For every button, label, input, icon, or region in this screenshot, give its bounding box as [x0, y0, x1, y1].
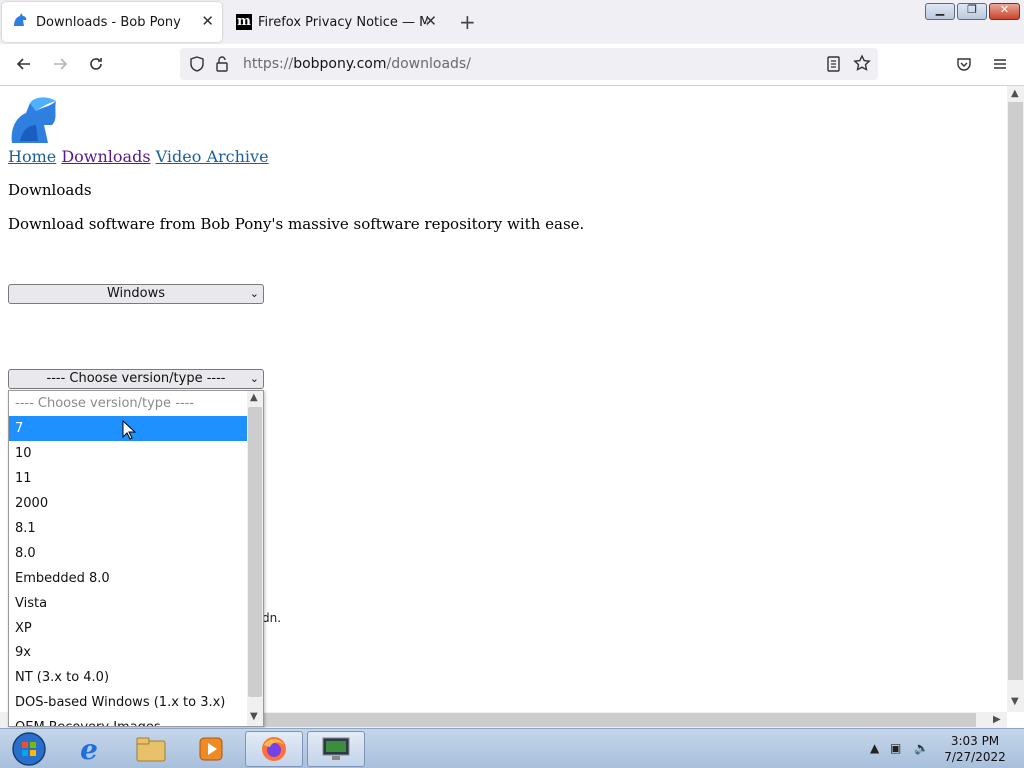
- os-select-value: Windows: [106, 286, 166, 301]
- dropdown-option[interactable]: 8.1: [9, 516, 247, 541]
- navigation-toolbar: https://bobpony.com/downloads/: [0, 44, 1024, 86]
- restore-button[interactable]: ❐: [957, 3, 987, 20]
- scroll-down-arrow-icon[interactable]: ▼: [1011, 696, 1019, 707]
- internet-explorer-button[interactable]: e: [60, 731, 118, 767]
- dropdown-option[interactable]: 2000: [9, 491, 247, 516]
- minimize-button[interactable]: ▁: [925, 3, 955, 20]
- forward-arrow-icon: [54, 58, 68, 70]
- vertical-scrollbar[interactable]: ▲ ▼: [1007, 86, 1024, 712]
- system-clock[interactable]: 3:03 PM 7/27/2022: [940, 733, 1010, 765]
- dropdown-option: ---- Choose version/type ----: [15, 396, 194, 411]
- hamburger-menu-icon: [994, 59, 1006, 69]
- start-button[interactable]: [0, 731, 58, 767]
- dropdown-option[interactable]: Embedded 8.0: [9, 566, 247, 591]
- file-explorer-button[interactable]: [122, 731, 180, 767]
- close-tab-icon[interactable]: ✕: [424, 13, 437, 29]
- dropdown-option[interactable]: DOS-based Windows (1.x to 3.x): [9, 690, 247, 715]
- page-title: Downloads: [8, 181, 92, 199]
- mozilla-m-icon: m: [236, 14, 252, 30]
- os-select[interactable]: Windows ⌄: [8, 284, 264, 304]
- nav-link-downloads[interactable]: Downloads: [61, 147, 150, 166]
- back-button[interactable]: [14, 54, 34, 74]
- version-dropdown-list[interactable]: ---- Choose version/type ---- 7 10 11 20…: [8, 390, 264, 727]
- network-icon[interactable]: ▣: [890, 741, 901, 755]
- menu-button[interactable]: [990, 54, 1010, 74]
- tracking-protection-shield-icon[interactable]: [188, 55, 206, 77]
- dropdown-option[interactable]: NT (3.x to 4.0): [9, 665, 247, 690]
- close-tab-icon[interactable]: ✕: [201, 13, 214, 29]
- scroll-up-arrow-icon[interactable]: ▲: [250, 392, 258, 403]
- media-player-button[interactable]: [182, 731, 240, 767]
- internet-explorer-icon: e: [80, 732, 98, 766]
- nav-link-home[interactable]: Home: [8, 147, 56, 166]
- new-tab-button[interactable]: +: [459, 12, 476, 32]
- firefox-taskbar-button[interactable]: [245, 731, 303, 767]
- close-window-button[interactable]: ✕: [989, 3, 1020, 20]
- forward-button[interactable]: [50, 54, 70, 74]
- minimize-icon: ▁: [935, 3, 945, 16]
- remote-desktop-taskbar-button[interactable]: [307, 731, 365, 767]
- dropdown-option[interactable]: Vista: [9, 591, 247, 616]
- page-description: Download software from Bob Pony's massiv…: [8, 215, 585, 233]
- scroll-right-arrow-icon[interactable]: ▶: [993, 714, 1001, 725]
- dropdown-option[interactable]: 10: [9, 441, 247, 466]
- remote-desktop-icon: [322, 737, 350, 760]
- address-bar[interactable]: https://bobpony.com/downloads/: [180, 48, 878, 80]
- tab-firefox-privacy-notice[interactable]: m Firefox Privacy Notice — Mozilla ✕: [230, 2, 445, 42]
- chevron-down-icon: ⌄: [249, 287, 259, 300]
- back-arrow-icon: [16, 58, 30, 70]
- dropdown-option[interactable]: XP: [9, 616, 247, 641]
- show-hidden-icons-arrow-icon[interactable]: ▲: [870, 741, 879, 755]
- close-icon: ✕: [999, 3, 1010, 16]
- scroll-down-arrow-icon[interactable]: ▼: [250, 711, 258, 722]
- lock-icon[interactable]: [214, 55, 230, 77]
- url-host: bobpony.com: [293, 56, 387, 72]
- volume-icon[interactable]: 🔈: [914, 741, 929, 755]
- windows-taskbar: e ▲ ▣ 🔈 3:03 PM 7/27/2022: [0, 728, 1024, 768]
- reload-icon: [90, 58, 102, 70]
- url-scheme: https://: [243, 56, 294, 72]
- dropdown-option[interactable]: 8.0: [9, 541, 247, 566]
- url-text[interactable]: https://bobpony.com/downloads/: [243, 56, 471, 72]
- dropdown-option[interactable]: 9x: [9, 640, 247, 665]
- dropdown-scrollbar-thumb[interactable]: [248, 407, 262, 697]
- version-select-value: ---- Choose version/type ----: [46, 371, 226, 386]
- start-orb-icon: [12, 732, 46, 766]
- firefox-icon: [262, 737, 286, 761]
- mouse-cursor-icon: [122, 419, 137, 444]
- media-player-icon: [199, 737, 223, 761]
- vertical-scrollbar-thumb[interactable]: [1008, 102, 1023, 680]
- site-navigation: Home Downloads Video Archive: [8, 147, 269, 166]
- tab-title: Downloads - Bob Pony: [36, 14, 181, 30]
- dropdown-scrollbar[interactable]: ▲ ▼: [247, 391, 263, 726]
- partial-page-text: dn.: [262, 611, 282, 625]
- nav-link-video-archive[interactable]: Video Archive: [156, 147, 269, 166]
- reload-button[interactable]: [86, 54, 106, 74]
- version-select[interactable]: ---- Choose version/type ---- ⌄: [8, 369, 264, 389]
- pocket-icon: [957, 58, 971, 71]
- dropdown-option[interactable]: OEM Recovery Images: [9, 715, 247, 726]
- clock-time: 3:03 PM: [950, 734, 1000, 748]
- url-path: /downloads/: [386, 56, 471, 72]
- reader-view-icon[interactable]: [826, 55, 842, 77]
- tab-title: Firefox Privacy Notice — Mozilla: [258, 14, 428, 30]
- restore-icon: ❐: [967, 3, 977, 16]
- tab-strip: Downloads - Bob Pony ✕ m Firefox Privacy…: [0, 0, 1024, 44]
- file-explorer-icon: [136, 737, 166, 762]
- bobpony-favicon: [12, 12, 28, 32]
- scroll-up-arrow-icon[interactable]: ▲: [1011, 88, 1019, 99]
- pocket-button[interactable]: [954, 54, 974, 74]
- chevron-down-icon: ⌄: [249, 372, 259, 385]
- tab-downloads-bob-pony[interactable]: Downloads - Bob Pony ✕: [2, 2, 222, 42]
- bobpony-logo[interactable]: [8, 95, 60, 149]
- dropdown-option[interactable]: 11: [9, 466, 247, 491]
- clock-date: 7/27/2022: [944, 750, 1006, 764]
- bookmark-star-icon[interactable]: [853, 54, 871, 76]
